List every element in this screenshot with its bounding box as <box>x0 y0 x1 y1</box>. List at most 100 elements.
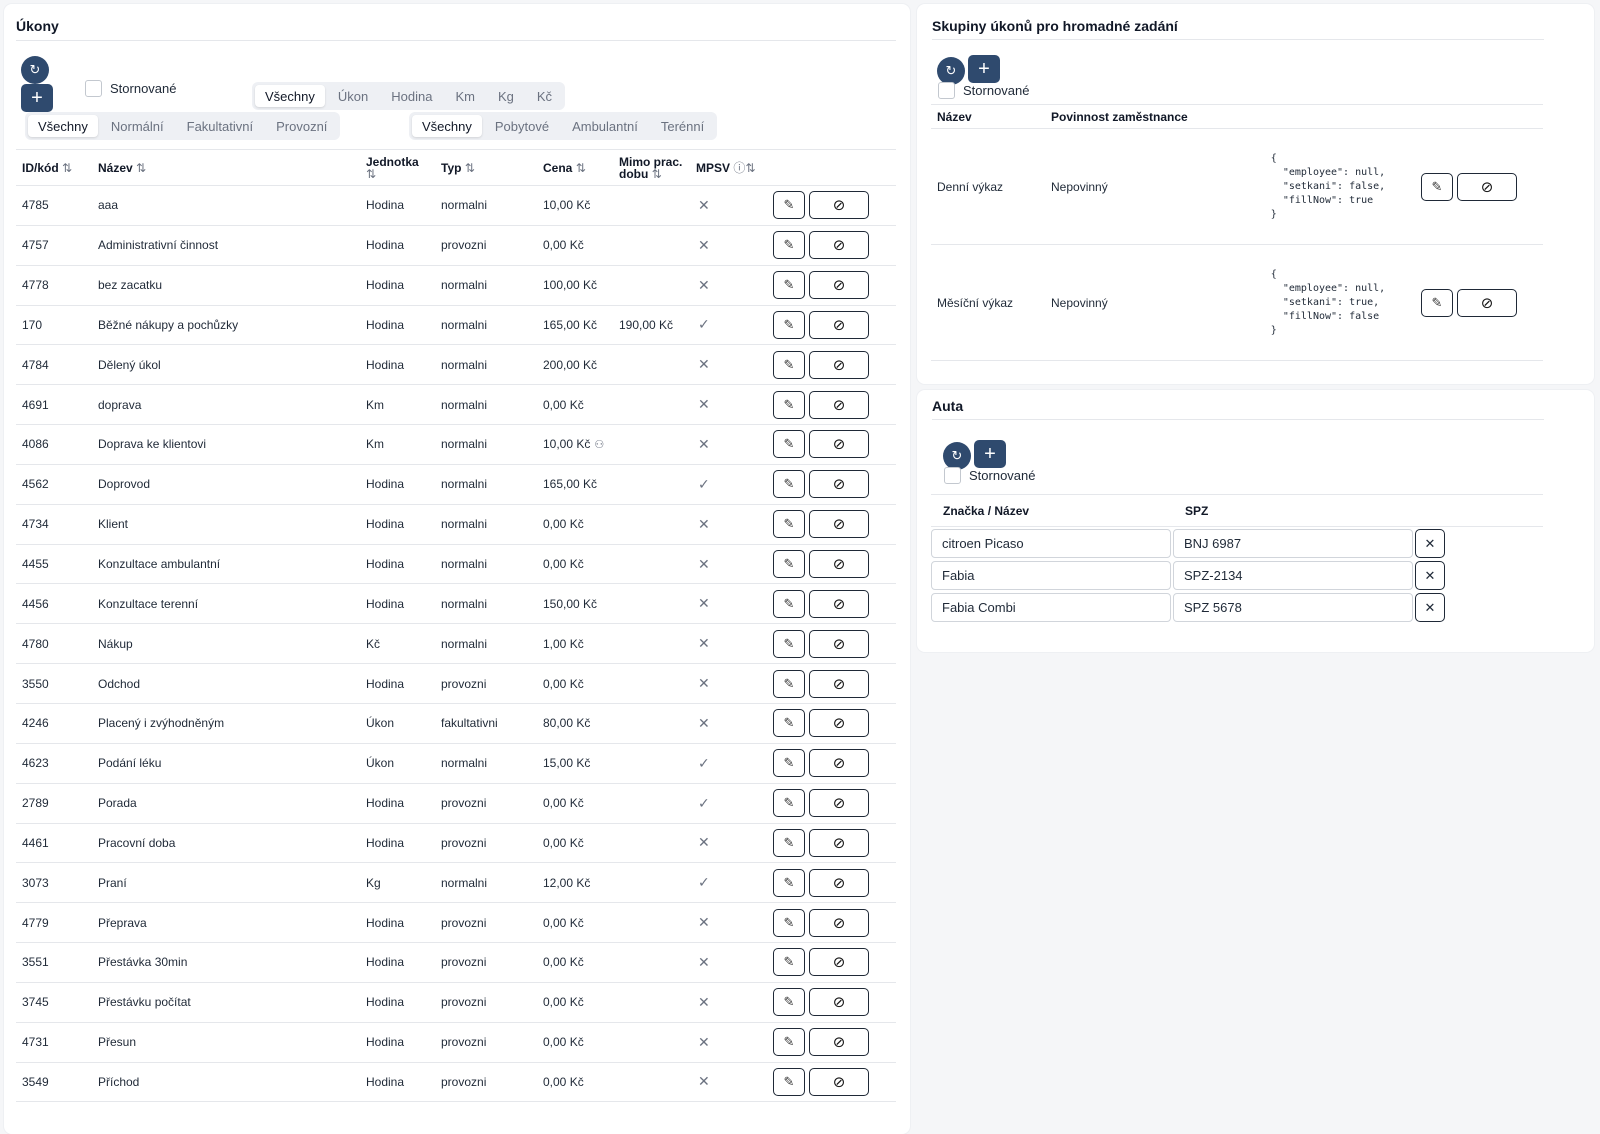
remove-car-button[interactable]: ✕ <box>1415 593 1445 622</box>
service-filter-option[interactable]: Pobytové <box>485 115 559 137</box>
edit-button[interactable]: ✎ <box>773 310 805 339</box>
cancel-button[interactable]: ⊘ <box>809 1067 869 1096</box>
type-filter-option[interactable]: Provozní <box>266 115 337 137</box>
edit-button[interactable]: ✎ <box>773 231 805 260</box>
edit-button[interactable]: ✎ <box>773 589 805 618</box>
type-filter-option[interactable]: Fakultativní <box>177 115 263 137</box>
stornovane-checkbox[interactable] <box>85 80 102 97</box>
cancel-button[interactable]: ⊘ <box>809 390 869 419</box>
edit-button[interactable]: ✎ <box>773 271 805 300</box>
column-header-name[interactable]: Název <box>931 104 1045 129</box>
edit-button[interactable]: ✎ <box>773 510 805 539</box>
cancel-button[interactable]: ⊘ <box>809 550 869 579</box>
cancel-button[interactable]: ⊘ <box>809 510 869 539</box>
column-header-unit[interactable]: Jednotka ⇅ <box>360 149 435 186</box>
edit-button[interactable]: ✎ <box>773 350 805 379</box>
column-header-id[interactable]: ID/kód ⇅ <box>16 149 92 186</box>
edit-button[interactable]: ✎ <box>773 191 805 220</box>
cell-id: 4455 <box>16 544 92 585</box>
edit-button[interactable]: ✎ <box>773 908 805 937</box>
unit-filter-option[interactable]: Kč <box>527 85 562 107</box>
cancel-button[interactable]: ⊘ <box>809 231 869 260</box>
cancel-button[interactable]: ⊘ <box>809 789 869 818</box>
cancel-button[interactable]: ⊘ <box>809 669 869 698</box>
edit-button[interactable]: ✎ <box>773 828 805 857</box>
cancel-button[interactable]: ⊘ <box>809 470 869 499</box>
cancel-button[interactable]: ⊘ <box>809 828 869 857</box>
edit-button[interactable]: ✎ <box>773 550 805 579</box>
service-filter-option[interactable]: Všechny <box>412 115 482 137</box>
cancel-button[interactable]: ⊘ <box>809 709 869 738</box>
cell-spz <box>1173 559 1415 591</box>
column-header-name[interactable]: Název ⇅ <box>92 149 360 186</box>
car-name-input[interactable] <box>931 593 1171 622</box>
column-header-outside-hours[interactable]: Mimo prac. dobu ⇅ <box>613 149 690 186</box>
car-name-input[interactable] <box>931 529 1171 559</box>
cancel-button[interactable]: ⊘ <box>809 350 869 379</box>
edit-button[interactable]: ✎ <box>773 390 805 419</box>
remove-car-button[interactable]: ✕ <box>1415 561 1445 590</box>
edit-button[interactable]: ✎ <box>773 988 805 1017</box>
edit-button[interactable]: ✎ <box>773 948 805 977</box>
ukony-refresh-button[interactable]: ↻ <box>21 56 49 84</box>
auta-stornovane-toggle[interactable]: Stornované <box>944 467 1036 484</box>
unit-filter-option[interactable]: Všechny <box>255 85 325 107</box>
remove-car-button[interactable]: ✕ <box>1415 529 1445 559</box>
cancel-button[interactable]: ⊘ <box>809 629 869 658</box>
car-spz-input[interactable] <box>1173 593 1413 622</box>
cancel-button[interactable]: ⊘ <box>1457 172 1517 201</box>
column-header-mpsv[interactable]: MPSV ⓘ⇅ <box>690 149 767 186</box>
column-header-price[interactable]: Cena ⇅ <box>537 149 613 186</box>
column-header-duty[interactable]: Povinnost zaměstnance <box>1045 104 1241 129</box>
cancel-button[interactable]: ⊘ <box>809 988 869 1017</box>
cancel-button[interactable]: ⊘ <box>809 908 869 937</box>
column-header-type[interactable]: Typ ⇅ <box>435 149 537 186</box>
unit-filter-option[interactable]: Hodina <box>381 85 442 107</box>
edit-button[interactable]: ✎ <box>1421 288 1453 317</box>
cancel-button[interactable]: ⊘ <box>809 430 869 459</box>
edit-button[interactable]: ✎ <box>773 749 805 778</box>
edit-button[interactable]: ✎ <box>773 629 805 658</box>
cancel-button[interactable]: ⊘ <box>809 868 869 897</box>
edit-button[interactable]: ✎ <box>1421 172 1453 201</box>
auta-refresh-button[interactable]: ↻ <box>943 442 971 470</box>
edit-button[interactable]: ✎ <box>773 430 805 459</box>
car-spz-input[interactable] <box>1173 561 1413 590</box>
cancel-button[interactable]: ⊘ <box>809 1028 869 1057</box>
column-header-spz[interactable]: SPZ <box>1173 494 1415 527</box>
service-filter-option[interactable]: Ambulantní <box>562 115 648 137</box>
stornovane-checkbox[interactable] <box>944 467 961 484</box>
unit-filter-option[interactable]: Kg <box>488 85 524 107</box>
edit-button[interactable]: ✎ <box>773 789 805 818</box>
auta-add-button[interactable]: + <box>974 440 1006 468</box>
cancel-button[interactable]: ⊘ <box>809 948 869 977</box>
edit-button[interactable]: ✎ <box>773 868 805 897</box>
edit-button[interactable]: ✎ <box>773 1067 805 1096</box>
type-filter-option[interactable]: Normální <box>101 115 174 137</box>
ukony-stornovane-toggle[interactable]: Stornované <box>85 80 177 97</box>
edit-button[interactable]: ✎ <box>773 1028 805 1057</box>
skupiny-stornovane-toggle[interactable]: Stornované <box>938 82 1030 99</box>
edit-button[interactable]: ✎ <box>773 669 805 698</box>
skupiny-refresh-button[interactable]: ↻ <box>937 57 965 85</box>
skupiny-add-button[interactable]: + <box>968 55 1000 83</box>
cancel-button[interactable]: ⊘ <box>809 749 869 778</box>
car-name-input[interactable] <box>931 561 1171 590</box>
cancel-button[interactable]: ⊘ <box>809 191 869 220</box>
stornovane-checkbox[interactable] <box>938 82 955 99</box>
unit-filter-option[interactable]: Úkon <box>328 85 378 107</box>
edit-button[interactable]: ✎ <box>773 470 805 499</box>
cell-name: Denní výkaz <box>931 128 1045 245</box>
cancel-button[interactable]: ⊘ <box>809 271 869 300</box>
car-spz-input[interactable] <box>1173 529 1413 559</box>
service-filter-option[interactable]: Terénní <box>651 115 714 137</box>
cancel-button[interactable]: ⊘ <box>1457 288 1517 317</box>
edit-button[interactable]: ✎ <box>773 709 805 738</box>
ukony-add-button[interactable]: + <box>21 84 53 112</box>
stornovane-label: Stornované <box>110 81 177 96</box>
column-header-brand[interactable]: Značka / Název <box>931 494 1173 527</box>
cancel-button[interactable]: ⊘ <box>809 589 869 618</box>
type-filter-option[interactable]: Všechny <box>28 115 98 137</box>
unit-filter-option[interactable]: Km <box>445 85 485 107</box>
cancel-button[interactable]: ⊘ <box>809 310 869 339</box>
